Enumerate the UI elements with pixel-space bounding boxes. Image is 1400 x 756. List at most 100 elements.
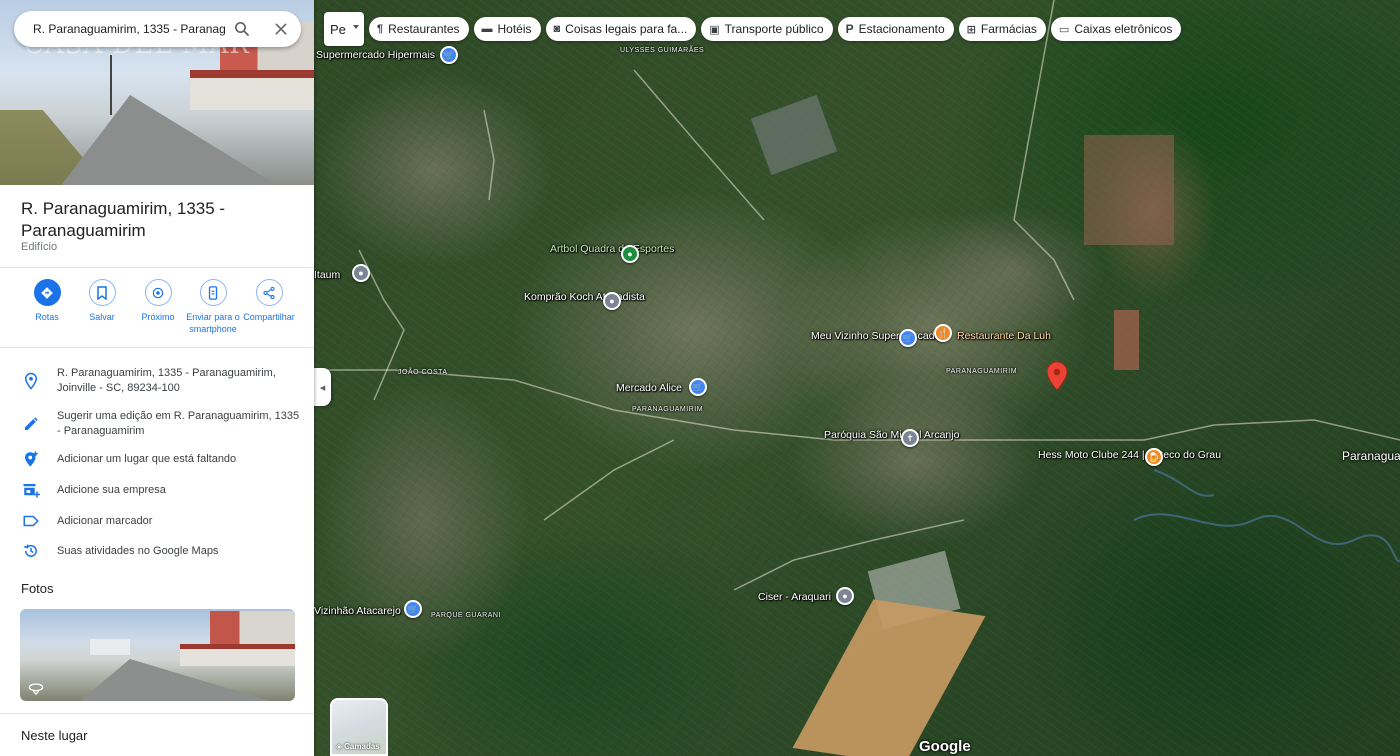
hero-wall: [190, 70, 314, 110]
bar-icon[interactable]: 🍺: [1145, 448, 1163, 466]
shopping-cart-icon[interactable]: 🛒: [440, 46, 458, 64]
place-title: R. Paranaguamirim, 1335 - Paranaguamirim: [21, 199, 226, 240]
poi-label-ciser[interactable]: Ciser - Araquari: [758, 592, 831, 603]
address-text: R. Paranaguamirim, 1335 - Paranaguamirim…: [57, 367, 276, 394]
place-panel: CASA DEL MAR R. Paranaguamirim, 1335 - P…: [0, 0, 314, 756]
share-button[interactable]: Compartilhar: [240, 279, 298, 323]
action-label: Compartilhar: [243, 312, 295, 322]
action-label: Enviar para o smartphone: [186, 312, 240, 334]
poi-label-artbol[interactable]: Artbol Quadra de Esportes: [550, 244, 674, 255]
place-icon[interactable]: ●: [352, 264, 370, 282]
close-icon[interactable]: [273, 21, 289, 37]
search-mode-label: Pe: [330, 21, 346, 37]
chip-coisas-legais[interactable]: ◙ Coisas legais para fa...: [545, 17, 697, 41]
street-view-photo[interactable]: [20, 609, 295, 701]
shopping-cart-icon[interactable]: 🛒: [689, 378, 707, 396]
street-view-360-icon: [28, 683, 44, 695]
chip-transporte-publico[interactable]: ▣ Transporte público: [701, 17, 833, 41]
directions-icon: [33, 279, 61, 306]
layers-icon: ◈: [336, 742, 343, 751]
send-to-phone-button[interactable]: Enviar para o smartphone: [184, 279, 242, 335]
save-button[interactable]: Salvar: [81, 279, 123, 323]
poi-label-restaurante-luh[interactable]: Restaurante Da Luh: [957, 331, 1051, 342]
add-business-icon: [23, 484, 40, 498]
activity-row[interactable]: Suas atividades no Google Maps: [0, 544, 314, 562]
shopping-cart-icon[interactable]: 🛒: [899, 329, 917, 347]
poi-label-meu-vizinho[interactable]: Meu Vizinho Supermercados: [811, 331, 946, 342]
church-icon[interactable]: ✝: [901, 429, 919, 447]
search-input[interactable]: [33, 22, 225, 36]
action-buttons: Rotas Salvar Próximo Enviar para o smart…: [0, 279, 314, 339]
shopping-cart-icon[interactable]: 🛒: [404, 600, 422, 618]
poi-label-mercado-alice[interactable]: Mercado Alice: [616, 383, 682, 394]
photos-heading: Fotos: [21, 581, 54, 596]
add-business-row[interactable]: Adicione sua empresa: [0, 483, 314, 501]
selected-location-pin-icon[interactable]: [1047, 362, 1067, 390]
area-label-paranagua: Paranagua: [1342, 449, 1400, 463]
photo-wall: [180, 644, 295, 666]
satellite-map[interactable]: ULYSSES GUIMARÃES JOÃO COSTA PARANAGUAMI…: [314, 0, 1400, 756]
action-label: Próximo: [141, 312, 175, 322]
atm-icon: ▭: [1058, 23, 1070, 36]
restaurant-icon[interactable]: 🍴: [934, 324, 952, 342]
poi-label-hess[interactable]: Hess Moto Clube 244 | Boteco do Grau: [1038, 450, 1221, 461]
road-label-paranaguamirim-1: PARANAGUAMIRIM: [632, 406, 704, 413]
poi-label-itaum[interactable]: Itaum: [314, 270, 340, 281]
chip-label: Hotéis: [497, 22, 532, 36]
poi-label-paroquia[interactable]: Paróquia São Miguel Arcanjo: [824, 430, 959, 441]
store-icon[interactable]: ●: [603, 292, 621, 310]
chip-label: Caixas eletrônicos: [1074, 22, 1173, 36]
divider: [0, 713, 314, 714]
map-roads: [314, 0, 1400, 591]
nearby-icon: [144, 279, 172, 306]
road-label-joao-costa: JOÃO COSTA: [398, 369, 448, 376]
road-label-paranaguamirim-2: PARANAGUAMIRIM: [946, 368, 1018, 375]
poi-label-supermercado-hipermais[interactable]: Supermercado Hipermais: [316, 50, 435, 61]
parking-icon: P: [845, 22, 854, 36]
suggest-edit-row[interactable]: Sugerir uma edição em R. Paranaguamirim,…: [0, 409, 314, 441]
google-maps-window: ULYSSES GUIMARÃES JOÃO COSTA PARANAGUAMI…: [0, 0, 1400, 756]
directions-button[interactable]: Rotas: [26, 279, 68, 323]
chip-hoteis[interactable]: ▬ Hotéis: [473, 17, 541, 41]
sports-icon[interactable]: ●: [621, 245, 639, 263]
address-row[interactable]: R. Paranaguamirim, 1335 - Paranaguamirim…: [0, 366, 314, 398]
poi-label-komprao[interactable]: Komprão Koch Atacadista: [524, 292, 645, 303]
divider: [0, 347, 314, 348]
chip-label: Estacionamento: [858, 22, 945, 36]
layers-button[interactable]: ◈ Camadas: [330, 698, 388, 756]
layers-label: ◈ Camadas: [336, 742, 380, 751]
share-icon: [255, 279, 283, 306]
add-missing-place-row[interactable]: Adicionar um lugar que está faltando: [0, 451, 314, 470]
history-icon: [23, 544, 37, 557]
chip-label: Coisas legais para fa...: [565, 22, 688, 36]
collapse-panel-button[interactable]: ◂: [314, 368, 331, 406]
send-to-phone-icon: [199, 279, 227, 306]
chip-restaurantes[interactable]: ¶ Restaurantes: [369, 17, 469, 41]
chip-label: Transporte público: [724, 22, 824, 36]
photo-house: [90, 639, 130, 655]
add-place-icon: [25, 451, 38, 467]
google-logo: Google: [919, 738, 971, 755]
transit-icon: ▣: [709, 23, 720, 36]
add-missing-place-text: Adicionar um lugar que está faltando: [57, 453, 237, 465]
chip-farmacias[interactable]: ⊞ Farmácias: [958, 17, 1046, 41]
poi-label-vizinhao[interactable]: Vizinhão Atacarejo: [314, 606, 401, 617]
add-label-text: Adicionar marcador: [57, 515, 153, 527]
action-label: Salvar: [89, 312, 115, 322]
search-icon[interactable]: [233, 20, 251, 38]
restaurant-icon: ¶: [377, 23, 384, 35]
chip-caixas-eletronicos[interactable]: ▭ Caixas eletrônicos: [1050, 17, 1182, 41]
factory-icon[interactable]: ●: [836, 587, 854, 605]
pencil-icon: [25, 417, 38, 430]
chevron-left-icon: ◂: [319, 381, 326, 394]
nearby-button[interactable]: Próximo: [136, 279, 180, 323]
hero-pole: [110, 55, 112, 115]
search-mode-select[interactable]: Pe: [324, 12, 364, 46]
add-label-row[interactable]: Adicionar marcador: [0, 514, 314, 532]
chip-estacionamento[interactable]: P Estacionamento: [837, 17, 954, 41]
action-label: Rotas: [35, 312, 59, 322]
add-business-text: Adicione sua empresa: [57, 484, 166, 496]
layers-text: Camadas: [344, 742, 380, 751]
hotel-icon: ▬: [481, 23, 493, 35]
road-label-ulysses: ULYSSES GUIMARÃES: [620, 47, 705, 54]
